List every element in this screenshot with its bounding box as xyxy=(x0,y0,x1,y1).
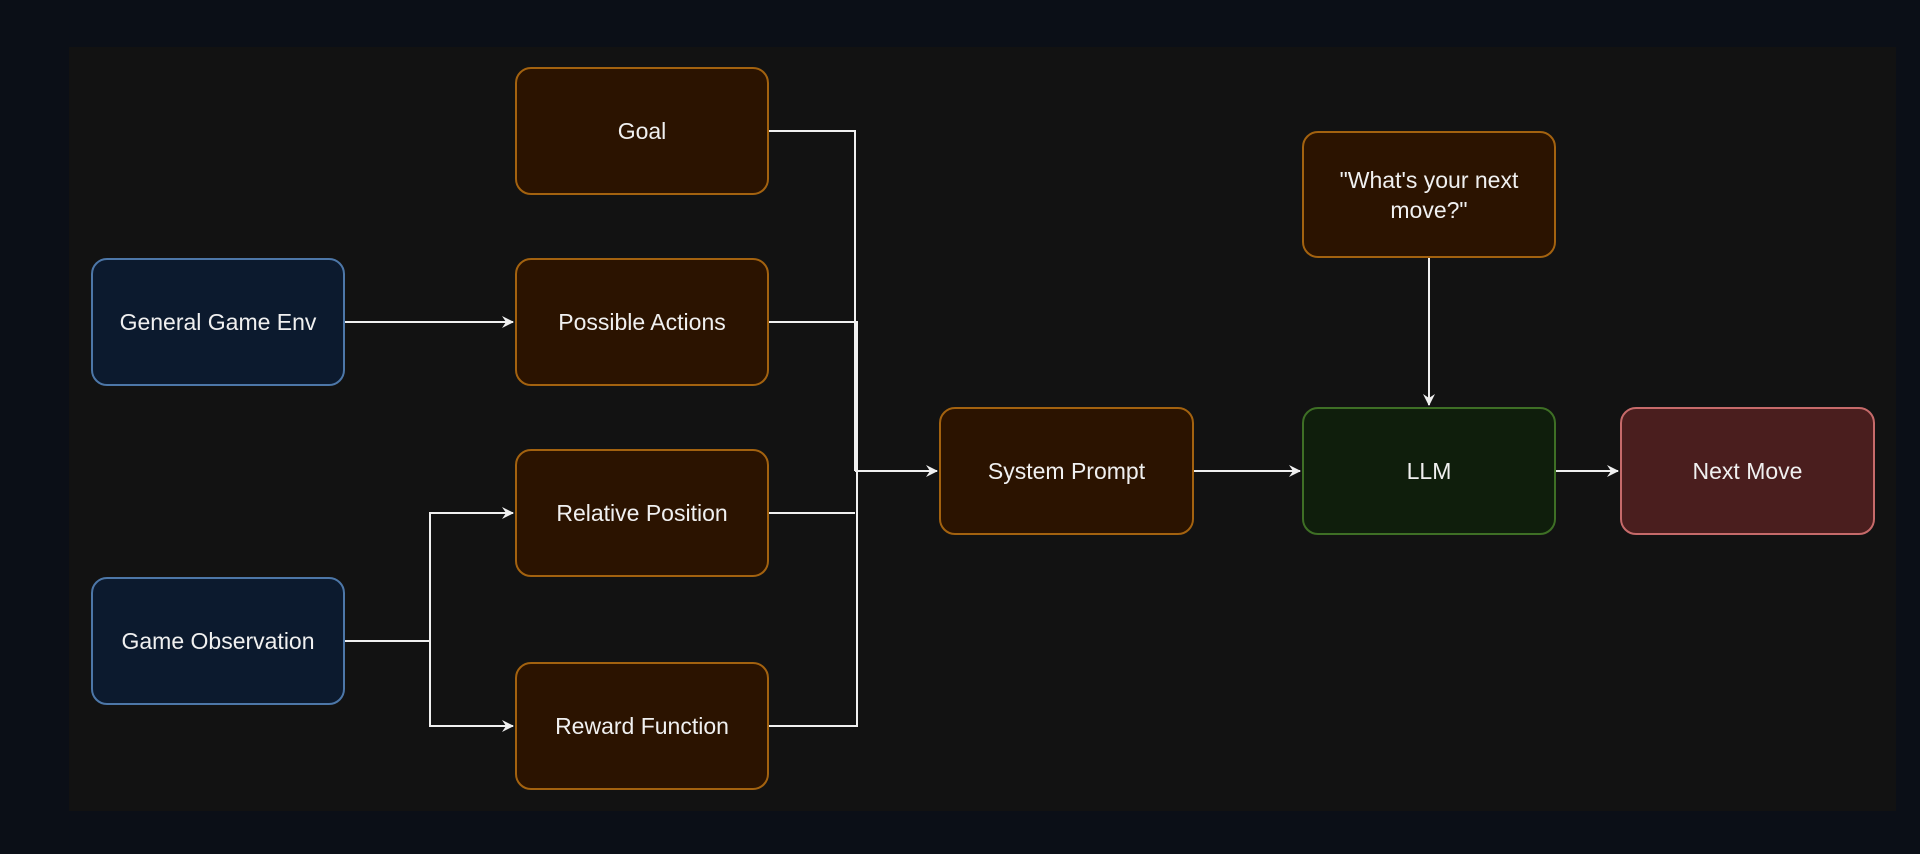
node-label: System Prompt xyxy=(987,458,1146,484)
edge-reward-to-prompt xyxy=(769,471,858,727)
node-label: "What's your next move?" xyxy=(1339,166,1519,223)
node-game-observation[interactable]: Game Observation xyxy=(91,577,345,705)
node-label: Next Move xyxy=(1692,458,1803,484)
node-label: LLM xyxy=(1406,458,1452,484)
edge-actions-to-prompt xyxy=(769,321,858,471)
node-system-prompt[interactable]: System Prompt xyxy=(939,407,1194,535)
node-goal[interactable]: Goal xyxy=(515,67,769,195)
edge-obs-to-relpos xyxy=(345,507,514,642)
node-possible-actions[interactable]: Possible Actions xyxy=(515,258,769,386)
node-relative-position[interactable]: Relative Position xyxy=(515,449,769,577)
diagram-canvas: Goal Possible Actions Relative Position … xyxy=(69,47,1896,811)
edge-goal-to-prompt xyxy=(769,130,856,471)
node-label: General Game Env xyxy=(119,309,317,335)
node-llm[interactable]: LLM xyxy=(1302,407,1556,535)
node-label: Possible Actions xyxy=(558,309,726,335)
node-next-move[interactable]: Next Move xyxy=(1620,407,1875,535)
node-label: Game Observation xyxy=(121,628,315,654)
node-label: Goal xyxy=(617,118,667,144)
node-label: Reward Function xyxy=(555,713,729,739)
node-reward-function[interactable]: Reward Function xyxy=(515,662,769,790)
node-general-game-env[interactable]: General Game Env xyxy=(91,258,345,386)
node-label: Relative Position xyxy=(556,500,728,526)
edge-obs-to-reward xyxy=(429,641,514,732)
node-question[interactable]: "What's your next move?" xyxy=(1302,131,1556,258)
